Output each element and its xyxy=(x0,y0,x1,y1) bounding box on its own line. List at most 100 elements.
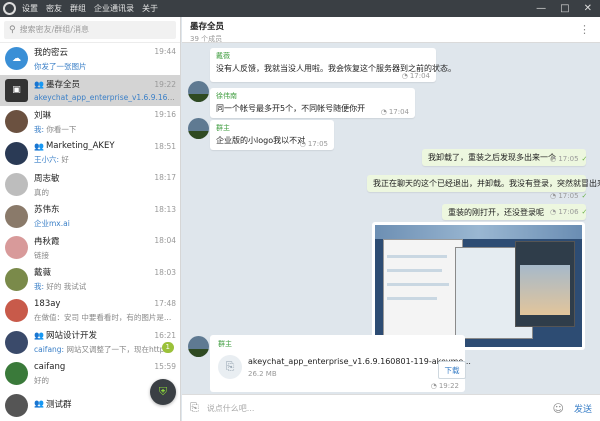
chat-name: 刘琳 xyxy=(34,110,52,121)
chat-last-message: 链接 xyxy=(34,250,176,261)
chat-name: Marketing_AKEY xyxy=(45,141,115,152)
group-icon: 👥 xyxy=(34,399,44,409)
search-input[interactable]: ⚲ 搜索密友/群组/消息 xyxy=(4,20,176,39)
message-time: ◔ 17:05 ✓ xyxy=(550,192,588,200)
screenshot-image xyxy=(375,225,582,347)
conversation-header: 墨存全员 39 个成员 ⋮ xyxy=(182,17,600,43)
app-logo-icon xyxy=(3,2,16,15)
clock-icon: ◔ xyxy=(380,108,387,116)
chat-list-item[interactable]: 👥 Marketing_AKEY 18:51 王小六: 好 xyxy=(0,138,180,170)
member-count: 39 个成员 xyxy=(190,35,223,43)
minimize-button[interactable]: — xyxy=(536,3,546,14)
message-author: 王小六: xyxy=(34,155,60,165)
avatar xyxy=(5,393,28,417)
group-logo-icon: ▣ xyxy=(5,78,28,102)
conversation-title[interactable]: 墨存全员 xyxy=(190,20,592,32)
chat-list-item[interactable]: 戴薇 18:03 我: 好的 我试试 xyxy=(0,264,180,296)
close-button[interactable]: ✕ xyxy=(584,3,592,14)
message-sender[interactable]: 群主 xyxy=(218,339,457,349)
chat-name: 墨存全员 xyxy=(45,80,80,91)
chat-list-item[interactable]: 苏伟东 18:13 企业mx.ai xyxy=(0,201,180,233)
clock-icon: ◔ xyxy=(401,72,408,80)
maximize-button[interactable]: □ xyxy=(560,3,569,14)
new-chat-button[interactable]: ⛨ xyxy=(150,379,176,405)
menu-friends[interactable]: 密友 xyxy=(46,3,62,14)
delivered-check-icon: ✓ xyxy=(581,208,588,216)
chat-list-item[interactable]: ▣ 👥 墨存全员 19:22 akeychat_app_enterprise_v1.6.… xyxy=(0,74,180,106)
paperclip-icon[interactable]: ⎘ xyxy=(218,355,242,379)
avatar[interactable] xyxy=(188,118,209,139)
attach-icon[interactable]: ⎘ xyxy=(190,401,199,415)
message-preview: akeychat_app_enterprise_v1.6.9.160801-1.… xyxy=(34,93,176,103)
message-preview: 你发了一张图片 xyxy=(34,61,87,71)
avatar xyxy=(5,141,28,165)
group-icon: 👥 xyxy=(34,330,44,340)
download-button[interactable]: 下载 xyxy=(438,361,466,379)
chat-list-panel: ⚲ 搜索密友/群组/消息 ☁ 我的密云 19:44 你发了一张图片 ▣ 👥 墨存全员 19:2… xyxy=(0,17,181,421)
chat-list-item[interactable]: 183ay 17:48 在做值：安司 中要看看时，有的图片是这样 xyxy=(0,295,180,327)
message-bubble: 群主 企业版的小logo我以不对 ◔ 17:05 xyxy=(210,120,334,150)
message-time: ◔ 17:04 xyxy=(380,108,409,116)
message-text: 我正在聊天的这个已经退出，并卸载。我没有登录，突然就冒出来了 xyxy=(373,179,600,188)
chat-time: 18:51 xyxy=(154,141,176,151)
search-bar: ⚲ 搜索密友/群组/消息 xyxy=(0,17,180,43)
message-time: ◔ 17:06 ✓ xyxy=(550,208,588,216)
chat-last-message: 我: 好的 我试试 xyxy=(34,281,176,292)
message-sender[interactable]: 群主 xyxy=(216,123,328,133)
message-bubble: 戴薇 没有人反馈，我就当没人用啦。我会恢复这个服务器到之前的状态。 ◔ 17:04 xyxy=(210,48,456,82)
chat-name: 我的密云 xyxy=(34,47,69,58)
menu-about[interactable]: 关于 xyxy=(142,3,158,14)
chat-last-message: 王小六: 好 xyxy=(34,154,176,165)
message-preview: 链接 xyxy=(34,250,49,260)
avatar[interactable] xyxy=(188,81,209,102)
file-message: 群主 ⎘ akeychat_app_enterprise_v1.6.9.1608… xyxy=(210,335,471,392)
avatar[interactable] xyxy=(188,336,209,357)
avatar xyxy=(5,267,28,291)
chat-list-item[interactable]: ☁ 我的密云 19:44 你发了一张图片 xyxy=(0,43,180,75)
shield-icon: ⛨ xyxy=(158,385,168,398)
clock-icon: ◔ xyxy=(299,140,306,148)
message-input[interactable]: 说点什么吧... xyxy=(207,403,553,414)
main-menu: 设置 密友 群组 企业通讯录 关于 xyxy=(22,3,158,14)
chat-last-message: akeychat_app_enterprise_v1.6.9.160801-1.… xyxy=(34,93,176,102)
avatar xyxy=(5,362,28,386)
avatar xyxy=(5,110,28,134)
chat-time: 16:21 xyxy=(154,330,176,340)
chat-name: 网站设计开发 xyxy=(45,331,97,342)
chat-time: 18:03 xyxy=(154,267,176,277)
chat-last-message: 真的 xyxy=(34,187,176,198)
chat-last-message: 在做值：安司 中要看看时，有的图片是这样 xyxy=(34,312,176,323)
chat-time: 18:04 xyxy=(154,236,176,246)
menu-settings[interactable]: 设置 xyxy=(22,3,38,14)
image-message[interactable] xyxy=(372,222,585,350)
chat-time: 15:59 xyxy=(154,362,176,372)
message-time: ◔ 17:05 xyxy=(299,140,328,148)
group-icon: 👥 xyxy=(34,141,44,151)
message-time: ◔ 17:05 ✓ xyxy=(550,155,588,163)
menu-groups[interactable]: 群组 xyxy=(70,3,86,14)
chat-last-message: 企业mx.ai xyxy=(34,218,176,229)
chat-time: 17:48 xyxy=(154,299,176,309)
delivered-check-icon: ✓ xyxy=(581,192,588,200)
menu-directory[interactable]: 企业通讯录 xyxy=(94,3,134,14)
conversation-panel: 墨存全员 39 个成员 ⋮ 戴薇 没有人反馈，我就当没人用啦。我会恢复这个服务器… xyxy=(182,17,600,421)
chat-list-item[interactable]: 冉秋霞 18:04 链接 xyxy=(0,232,180,264)
emoji-icon[interactable]: ☺ xyxy=(553,402,564,415)
chat-list-item[interactable]: 👥网站设计开发 16:21 caifang: 网站又调整了一下，现在http和htt… xyxy=(0,327,180,359)
message-preview: 在做值：安司 中要看看时，有的图片是这样 xyxy=(34,312,176,322)
message-preview: 企业mx.ai xyxy=(34,219,70,229)
chat-name: 周志敏 xyxy=(34,173,60,184)
chat-list-item[interactable]: 刘琳 19:16 我: 你看一下 xyxy=(0,106,180,138)
chat-list-item[interactable]: 周志敏 18:17 真的 xyxy=(0,169,180,201)
clock-icon: ◔ xyxy=(550,208,557,216)
chat-last-message: caifang: 网站又调整了一下，现在http和https xyxy=(34,344,176,355)
chat-time: 19:44 xyxy=(154,47,176,57)
chat-time: 19:22 xyxy=(154,79,176,89)
send-button[interactable]: 发送 xyxy=(574,402,592,415)
more-options-icon[interactable]: ⋮ xyxy=(579,23,590,36)
chat-last-message: 你发了一张图片 xyxy=(34,61,176,72)
message-sender[interactable]: 徐伟南 xyxy=(216,91,409,101)
message-sender[interactable]: 戴薇 xyxy=(216,51,430,61)
avatar xyxy=(5,173,28,197)
message-preview: 真的 xyxy=(34,187,49,197)
